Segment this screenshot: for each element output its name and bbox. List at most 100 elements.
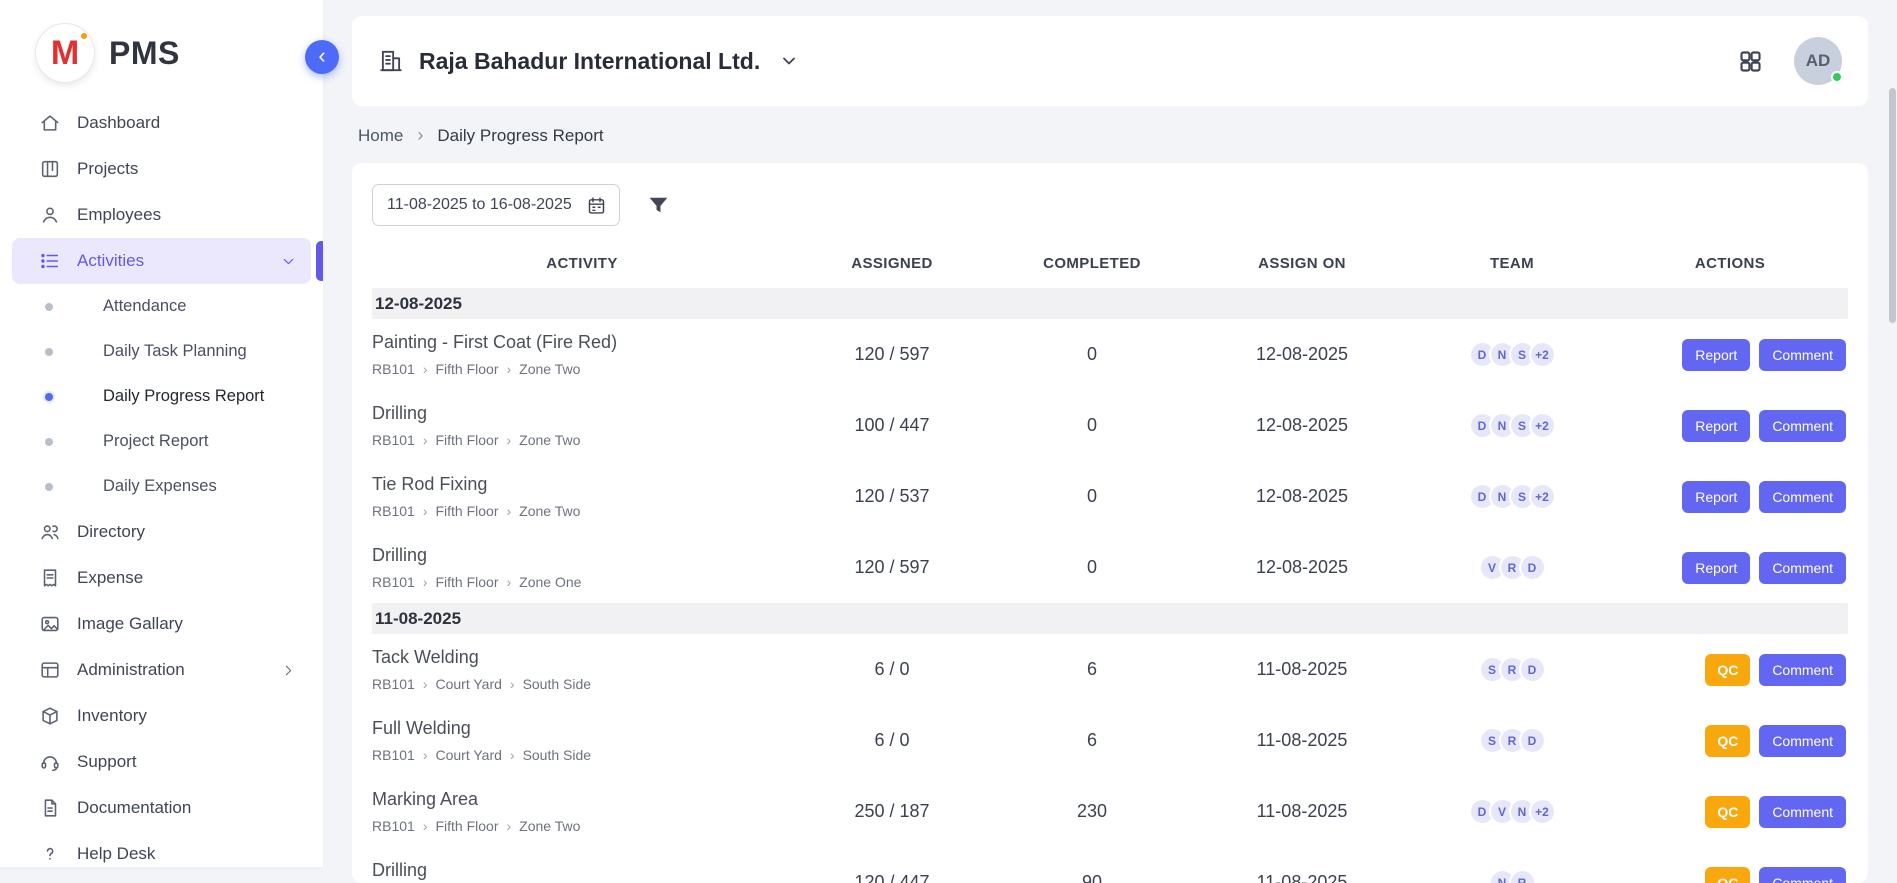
comment-button[interactable]: Comment — [1759, 481, 1846, 513]
path-segment: Zone Two — [519, 361, 580, 377]
qc-button[interactable]: QC — [1705, 725, 1750, 757]
assign-on-cell: 12-08-2025 — [1192, 344, 1412, 365]
sidebar-item-label: Activities — [77, 251, 144, 271]
bullet-icon — [45, 393, 53, 401]
date-range-input[interactable] — [385, 195, 575, 215]
assign-on-cell: 12-08-2025 — [1192, 486, 1412, 507]
path-segment: Fifth Floor — [435, 361, 498, 377]
image-icon — [39, 613, 61, 635]
chevron-right-icon: › — [507, 361, 512, 377]
team-avatar[interactable]: D — [1519, 656, 1546, 683]
support-icon — [39, 751, 61, 773]
comment-button[interactable]: Comment — [1759, 339, 1846, 371]
apps-grid-icon[interactable] — [1737, 48, 1764, 75]
table-row: Painting - First Coat (Fire Red)RB101›Fi… — [372, 319, 1848, 390]
date-range-picker[interactable] — [372, 184, 620, 226]
team-more-badge[interactable]: +2 — [1529, 341, 1556, 368]
team-avatar[interactable]: D — [1519, 554, 1546, 581]
activity-title: Drilling — [372, 545, 792, 566]
sidebar-item-support[interactable]: Support — [12, 739, 311, 785]
comment-button[interactable]: Comment — [1759, 867, 1846, 883]
chevron-right-icon: › — [423, 676, 428, 692]
kanban-icon — [39, 158, 61, 180]
sidebar-item-label: Employees — [77, 205, 161, 225]
assigned-cell: 250 / 187 — [792, 801, 992, 822]
comment-button[interactable]: Comment — [1759, 410, 1846, 442]
sidebar-subitem-daily-expenses[interactable]: Daily Expenses — [12, 464, 311, 509]
sidebar-item-expense[interactable]: Expense — [12, 555, 311, 601]
chevron-right-icon: › — [423, 503, 428, 519]
online-status-dot — [1831, 71, 1843, 83]
sidebar-subitem-daily-progress-report[interactable]: Daily Progress Report — [12, 374, 311, 419]
scrollbar-thumb[interactable] — [1889, 88, 1896, 323]
path-segment: RB101 — [372, 818, 415, 834]
sidebar-item-label: Help Desk — [77, 844, 155, 864]
activity-cell: DrillingRB101›Fifth Floor›Zone Two — [372, 394, 792, 457]
comment-button[interactable]: Comment — [1759, 796, 1846, 828]
list-icon — [39, 250, 61, 272]
sidebar-submenu: AttendanceDaily Task PlanningDaily Progr… — [0, 284, 323, 509]
table-body: 12-08-2025Painting - First Coat (Fire Re… — [372, 288, 1848, 883]
chevron-right-icon: › — [507, 432, 512, 448]
breadcrumb-current: Daily Progress Report — [437, 126, 603, 146]
sidebar-item-image-gallary[interactable]: Image Gallary — [12, 601, 311, 647]
sidebar-item-documentation[interactable]: Documentation — [12, 785, 311, 831]
assign-on-cell: 11-08-2025 — [1192, 730, 1412, 751]
completed-cell: 6 — [992, 730, 1192, 751]
chevron-right-icon — [280, 662, 297, 679]
comment-button[interactable]: Comment — [1759, 654, 1846, 686]
date-group-label: 11-08-2025 — [375, 609, 461, 629]
table-row: Marking AreaRB101›Fifth Floor›Zone Two25… — [372, 776, 1848, 847]
sidebar-item-administration[interactable]: Administration — [12, 647, 311, 693]
activity-path: RB101›Fifth Floor›Zone Two — [372, 818, 792, 834]
sidebar-subitem-project-report[interactable]: Project Report — [12, 419, 311, 464]
comment-button[interactable]: Comment — [1759, 725, 1846, 757]
assign-on-cell: 11-08-2025 — [1192, 659, 1412, 680]
table-row: Full WeldingRB101›Court Yard›South Side6… — [372, 705, 1848, 776]
column-header-activity: ACTIVITY — [372, 255, 792, 272]
sidebar-collapse-button[interactable]: ‹ — [305, 40, 339, 74]
date-group-label: 12-08-2025 — [375, 294, 462, 314]
completed-cell: 0 — [992, 486, 1192, 507]
sidebar-item-directory[interactable]: Directory — [12, 509, 311, 555]
qc-button[interactable]: QC — [1705, 796, 1750, 828]
team-more-badge[interactable]: +2 — [1529, 483, 1556, 510]
bullet-icon — [45, 303, 53, 311]
sidebar-item-label: Support — [77, 752, 137, 772]
assign-on-cell: 12-08-2025 — [1192, 415, 1412, 436]
calendar-icon — [586, 195, 607, 216]
sidebar-item-dashboard[interactable]: Dashboard — [12, 100, 311, 146]
user-avatar[interactable]: AD — [1794, 37, 1842, 85]
sidebar-item-activities[interactable]: Activities — [12, 238, 311, 284]
activity-cell: Marking AreaRB101›Fifth Floor›Zone Two — [372, 780, 792, 843]
actions-cell: QC Comment — [1612, 725, 1848, 757]
column-header-team: TEAM — [1412, 255, 1612, 272]
comment-button[interactable]: Comment — [1759, 552, 1846, 584]
content-card: ACTIVITYASSIGNEDCOMPLETEDASSIGN ONTEAMAC… — [352, 163, 1868, 883]
sidebar-subitem-attendance[interactable]: Attendance — [12, 284, 311, 329]
team-more-badge[interactable]: +2 — [1529, 412, 1556, 439]
team-avatar[interactable]: D — [1519, 727, 1546, 754]
breadcrumb-home[interactable]: Home — [358, 126, 403, 146]
sidebar-nav: Dashboard Projects Employees Activities Atte… — [0, 100, 323, 877]
sidebar-item-inventory[interactable]: Inventory — [12, 693, 311, 739]
filter-icon[interactable] — [646, 193, 671, 218]
report-button[interactable]: Report — [1682, 481, 1750, 513]
sidebar-item-help-desk[interactable]: Help Desk — [12, 831, 311, 877]
sidebar-item-projects[interactable]: Projects — [12, 146, 311, 192]
receipt-icon — [39, 567, 61, 589]
sidebar-item-employees[interactable]: Employees — [12, 192, 311, 238]
report-button[interactable]: Report — [1682, 552, 1750, 584]
activity-cell: Tack WeldingRB101›Court Yard›South Side — [372, 638, 792, 701]
report-button[interactable]: Report — [1682, 410, 1750, 442]
company-selector[interactable]: Raja Bahadur International Ltd. — [378, 48, 799, 75]
report-button[interactable]: Report — [1682, 339, 1750, 371]
sidebar-item-label: Dashboard — [77, 113, 160, 133]
qc-button[interactable]: QC — [1705, 654, 1750, 686]
assigned-cell: 120 / 597 — [792, 344, 992, 365]
team-more-badge[interactable]: +2 — [1529, 798, 1556, 825]
activity-path: RB101›Fifth Floor›Zone Two — [372, 503, 792, 519]
qc-button[interactable]: QC — [1705, 867, 1750, 883]
sidebar-subitem-daily-task-planning[interactable]: Daily Task Planning — [12, 329, 311, 374]
team-avatar[interactable]: R — [1509, 869, 1536, 883]
